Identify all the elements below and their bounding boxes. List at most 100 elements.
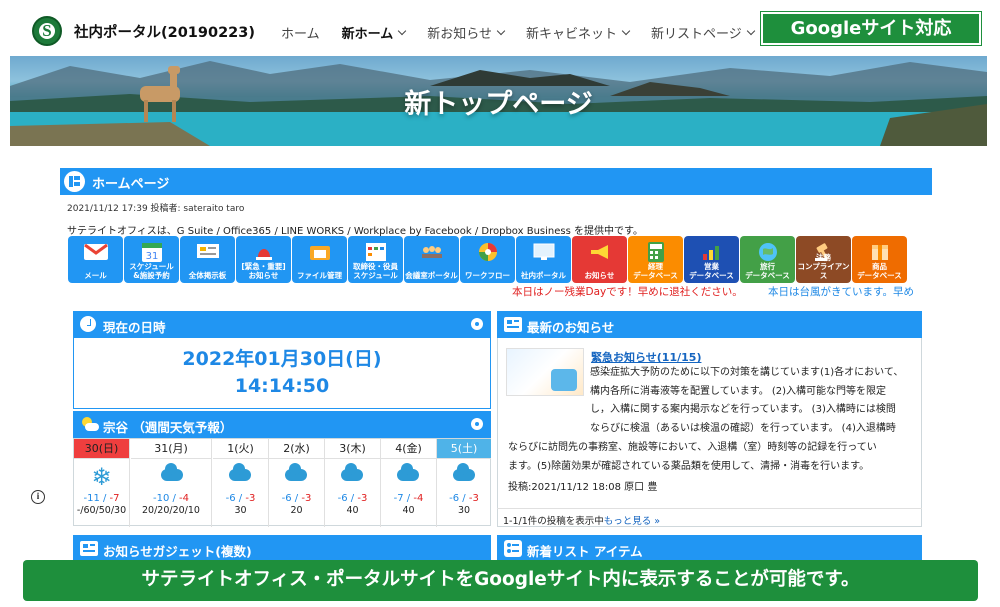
post-meta: 2021/11/12 17:39 投稿者: sateraito taro xyxy=(67,204,245,214)
nav-label: 新お知らせ xyxy=(427,27,492,42)
app-label: 旅行 データベース xyxy=(745,262,790,280)
google-sites-badge: Googleサイト対応 xyxy=(760,11,982,46)
app-accounting-db[interactable]: 経理 データベース xyxy=(628,236,683,283)
weather-temp: -10 / -4 xyxy=(152,493,190,504)
temp-high: -3 xyxy=(301,493,312,504)
main-nav: ホーム 新ホーム 新お知らせ 新キャビネット 新リストページ xyxy=(281,23,776,42)
weather-temp: -6 / -3 xyxy=(449,493,479,504)
weather-day: 5(土) -6 / -3 30 xyxy=(437,439,491,527)
meeting-room-icon xyxy=(404,239,459,265)
ticker-no-overtime: 本日はノー残業Dayです！早めに退社ください。 xyxy=(512,286,743,298)
precip-chance: -/60/50/30 xyxy=(76,505,127,516)
site-title[interactable]: 社内ポータル(20190223) xyxy=(74,21,255,42)
app-sales-db[interactable]: 営業 データベース xyxy=(684,236,739,283)
weather-day: 2(水) -6 / -3 20 xyxy=(269,439,325,527)
cloud-icon xyxy=(325,463,380,493)
nav-item-new-cabinet[interactable]: 新キャビネット xyxy=(526,23,631,42)
app-label: 会議室ポータル xyxy=(405,271,458,280)
temp-low: -10 xyxy=(152,493,170,504)
weather-temp: -7 / -4 xyxy=(393,493,424,504)
weather-day-label: 5(土) xyxy=(437,439,491,459)
weather-day: 30(日) ❄ -11 / -7 -/60/50/30 xyxy=(74,439,130,527)
app-executive-schedule[interactable]: 取締役・役員 スケジュール xyxy=(348,236,403,283)
cloud-icon xyxy=(213,463,268,493)
app-label: 商品 データベース xyxy=(857,262,902,280)
chevron-down-icon xyxy=(496,26,506,36)
app-bulletin-board[interactable]: 全体掲示板 xyxy=(180,236,235,283)
cloud-icon xyxy=(131,463,211,493)
app-legal-compliance[interactable]: 法務 コンプライアンス xyxy=(796,236,851,283)
weather-day: 3(木) -6 / -3 40 xyxy=(325,439,381,527)
news-footer: 1-1/1件の投稿を表示中もっと見る » xyxy=(497,508,922,531)
temp-low: -7 xyxy=(393,493,404,504)
gear-icon[interactable] xyxy=(471,318,483,330)
weather-day: 4(金) -7 / -4 40 xyxy=(381,439,437,527)
app-file-management[interactable]: ファイル管理 xyxy=(292,236,347,283)
weather-day-label: 2(水) xyxy=(269,439,324,459)
current-date: 2022年01月30日(日) xyxy=(182,348,382,370)
app-label: メール xyxy=(84,271,107,280)
weather-temp: -11 / -7 xyxy=(83,493,120,504)
app-label: 社内ポータル xyxy=(521,271,566,280)
ticker-typhoon: 本日は台風がきています。早め xyxy=(768,286,914,298)
temp-high: -7 xyxy=(109,493,120,504)
news-title-link[interactable]: 緊急お知らせ(11/15) xyxy=(591,349,701,365)
gadget-panel-header: お知らせガジェット(複数) xyxy=(73,535,491,562)
bottom-promo-banner: サテライトオフィス・ポータルサイトをGoogleサイト内に表示することが可能です… xyxy=(23,560,978,601)
datetime-panel-title: 現在の日時 xyxy=(103,320,166,335)
app-label: 全体掲示板 xyxy=(188,271,227,280)
app-launcher: メール 31 スケジュール &施設予約 全体掲示板 [緊急・重要] お知らせ フ… xyxy=(68,236,908,283)
app-notice[interactable]: お知らせ xyxy=(572,236,627,283)
app-label: お知らせ xyxy=(584,271,615,280)
weather-forecast-grid: 30(日) ❄ -11 / -7 -/60/50/30 31(月) -10 / … xyxy=(73,438,491,527)
precip-chance: 20/20/20/10 xyxy=(142,505,200,516)
news-post-meta: 投稿:2021/11/12 18:08 原口 豊 xyxy=(508,482,658,493)
news-body-line: ならびに検温（あるいは検温の確認）を行っています。 (4)入退構時 xyxy=(590,423,896,435)
info-icon[interactable]: i xyxy=(31,490,45,504)
app-mail[interactable]: メール xyxy=(68,236,123,283)
app-label: ファイル管理 xyxy=(297,271,342,280)
news-body-line: し，入構に関する案内掲示などを行っています。 (3)入構時には検問 xyxy=(590,404,896,416)
more-link[interactable]: もっと見る » xyxy=(604,516,660,527)
app-meeting-room-portal[interactable]: 会議室ポータル xyxy=(404,236,459,283)
gear-icon[interactable] xyxy=(471,418,483,430)
nav-item-new-news[interactable]: 新お知らせ xyxy=(427,23,506,42)
nav-item-new-home[interactable]: 新ホーム xyxy=(342,23,407,42)
news-count: 1-1/1件の投稿を表示中 xyxy=(503,516,604,527)
precip-chance: 40 xyxy=(346,505,359,516)
svg-text:31: 31 xyxy=(145,251,158,262)
weather-day: 1(火) -6 / -3 30 xyxy=(213,439,269,527)
nav-item-new-list-page[interactable]: 新リストページ xyxy=(651,23,756,42)
cloud-icon xyxy=(269,463,324,493)
hero-title: 新トップページ xyxy=(404,89,593,120)
app-product-db[interactable]: 商品 データベース xyxy=(852,236,907,283)
weather-day-label: 1(火) xyxy=(213,439,268,459)
app-label: 経理 データベース xyxy=(633,262,678,280)
site-logo-icon[interactable]: S xyxy=(32,16,62,46)
news-body-line: ならびに訪問先の事務室、施設等において、入退構（室）時刻等の記録を行ってい xyxy=(508,441,877,453)
app-portal[interactable]: 社内ポータル xyxy=(516,236,571,283)
temp-low: -6 xyxy=(449,493,460,504)
news-body: 感染症拡大予防のために以下の対策を講じています(1)各オにおいて、 構内各所に消… xyxy=(508,364,916,476)
megaphone-icon xyxy=(572,239,627,265)
cloud-icon xyxy=(437,463,491,493)
temp-low: -6 xyxy=(225,493,236,504)
news-panel: 緊急お知らせ(11/15) 感染症拡大予防のために以下の対策を講じています(1)… xyxy=(497,338,922,527)
nav-item-home[interactable]: ホーム xyxy=(281,23,320,42)
app-urgent-notice[interactable]: [緊急・重要] お知らせ xyxy=(236,236,291,283)
current-time: 14:14:50 xyxy=(234,375,330,397)
weather-panel-title: 宗谷 （週間天気予報） xyxy=(103,420,233,435)
file-folder-icon xyxy=(292,239,347,265)
clock-icon xyxy=(80,316,96,332)
app-label: 取締役・役員 スケジュール xyxy=(353,262,398,280)
app-schedule[interactable]: 31 スケジュール &施設予約 xyxy=(124,236,179,283)
nav-label: 新リストページ xyxy=(651,27,742,42)
app-workflow[interactable]: ワークフロー xyxy=(460,236,515,283)
news-panel-header: 最新のお知らせ xyxy=(497,311,922,338)
homepage-header: ホームページ xyxy=(60,168,932,195)
precip-chance: 40 xyxy=(402,505,415,516)
workflow-icon xyxy=(460,239,515,265)
app-travel-db[interactable]: 旅行 データベース xyxy=(740,236,795,283)
temp-high: -3 xyxy=(357,493,368,504)
temp-high: -3 xyxy=(245,493,256,504)
